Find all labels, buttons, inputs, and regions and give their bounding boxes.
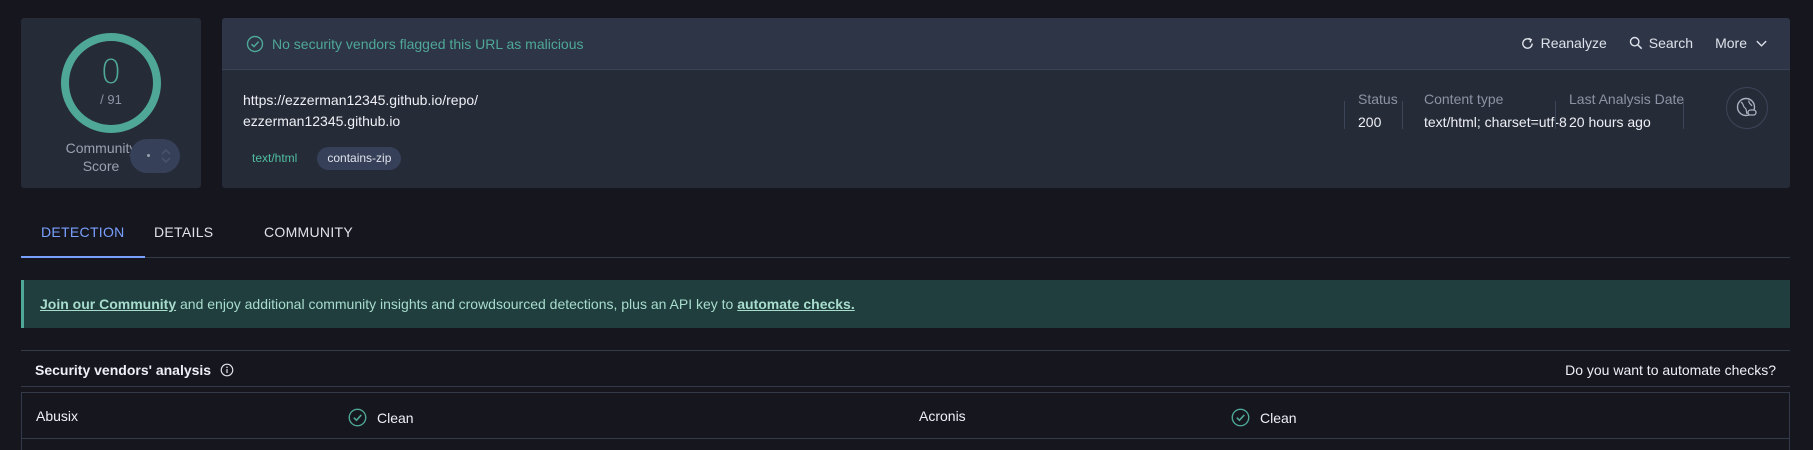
vendor-name: Abusix [36,408,79,424]
meta-divider [1555,101,1556,129]
reanalyze-button[interactable]: Reanalyze [1520,35,1607,51]
tag-contains-zip[interactable]: contains-zip [317,147,402,170]
community-banner: Join our Community and enjoy additional … [21,280,1790,328]
vendor-result: Clean [348,408,414,427]
detection-score-card: 0 / 91 Community Score [21,18,201,188]
last-analysis-value: 20 hours ago [1569,114,1651,130]
vote-arrows-icon [161,149,171,163]
url-globe-button[interactable] [1726,87,1768,129]
verdict-bar: No security vendors flagged this URL as … [222,18,1790,70]
content-type-label: Content type [1424,91,1504,107]
content-type-meta: Content type text/html; charset=utf-8 [1424,91,1567,147]
last-analysis-label: Last Analysis Date [1569,91,1685,107]
analyzed-domain[interactable]: ezzerman12345.github.io [243,113,400,129]
detection-count: 0 [100,52,122,91]
vote-dot [147,154,150,157]
check-circle-icon [1231,408,1250,427]
search-icon [1629,36,1642,50]
action-bar: Reanalyze Search More [1498,35,1768,51]
last-analysis-meta: Last Analysis Date 20 hours ago [1569,91,1684,147]
url-info-panel: No security vendors flagged this URL as … [222,18,1790,188]
verdict-text: No security vendors flagged this URL as … [272,36,584,52]
automate-checks-link[interactable]: automate checks. [737,296,855,312]
vendor-result: Clean [1231,408,1297,427]
vendor-name: Acronis [919,408,966,424]
status-meta: Status 200 [1358,91,1398,147]
page: 0 / 91 Community Score No security vendo… [0,0,1813,450]
tab-detection[interactable]: DETECTION [21,224,145,258]
vendors-analysis-label: Security vendors' analysis [35,362,212,378]
reanalyze-label: Reanalyze [1540,35,1607,51]
status-label: Status [1358,91,1398,107]
tab-community[interactable]: COMMUNITY [244,224,373,258]
tab-details[interactable]: DETAILS [134,224,233,258]
join-community-link[interactable]: Join our Community [40,296,176,312]
analyzed-url: https://ezzerman12345.github.io/repo/ [243,92,479,108]
vendors-analysis-header: Security vendors' analysis Do you want t… [21,350,1790,387]
tag-list: text/html contains-zip [243,147,411,170]
community-score-text: Community Score [65,140,137,174]
refresh-icon [1521,37,1533,49]
table-row: Abusix Clean Acronis Clean [22,393,1789,439]
automate-checks-question[interactable]: Do you want to automate checks? [1565,362,1776,378]
vendor-result-label: Clean [377,409,414,426]
check-circle-icon [246,35,264,53]
verdict-message: No security vendors flagged this URL as … [246,35,584,53]
vendors-analysis-title: Security vendors' analysis [35,362,234,378]
info-icon[interactable] [220,363,234,377]
tag-text-html[interactable]: text/html [243,147,307,170]
more-label: More [1715,35,1747,51]
meta-divider [1344,101,1345,129]
check-circle-icon [348,408,367,427]
content-type-value: text/html; charset=utf-8 [1424,114,1567,130]
meta-divider [1402,101,1403,129]
banner-text: and enjoy additional community insights … [176,296,738,312]
search-button[interactable]: Search [1629,35,1693,51]
detection-total: / 91 [100,92,122,107]
tab-bar: DETECTION DETAILS COMMUNITY [21,224,1790,258]
search-label: Search [1648,35,1694,51]
more-menu-button[interactable]: More [1715,35,1768,51]
community-vote-toggle[interactable] [130,139,180,173]
status-value: 200 [1358,114,1382,130]
globe-link-icon [1736,97,1757,117]
vendor-table: Abusix Clean Acronis Clean [21,392,1790,450]
meta-divider [1683,101,1684,129]
chevron-down-icon [1756,40,1767,47]
vendor-result-label: Clean [1260,409,1297,426]
